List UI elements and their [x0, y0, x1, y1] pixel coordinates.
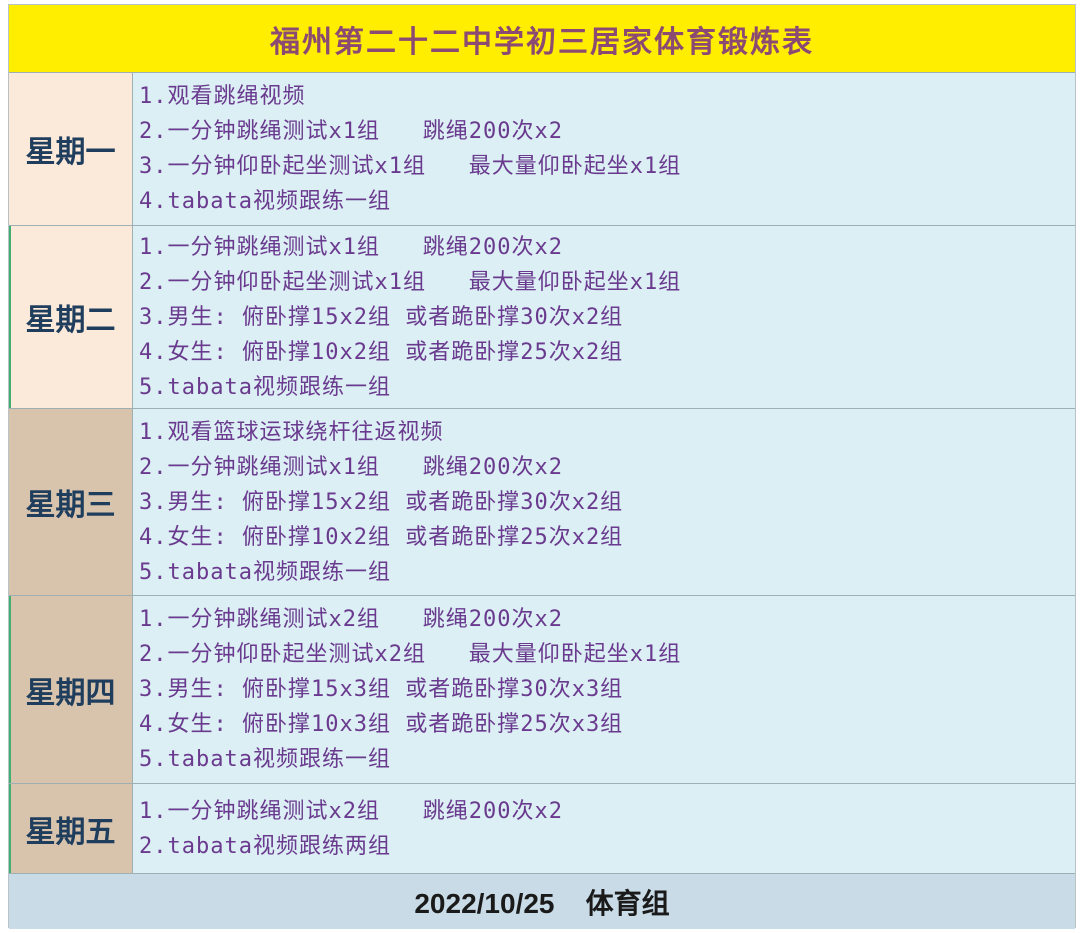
- task-cell-tuesday: 1.一分钟跳绳测试x1组 跳绳200次x2 2.一分钟仰卧起坐测试x1组 最大量…: [133, 226, 1075, 409]
- task-item: 2.一分钟仰卧起坐测试x2组 最大量仰卧起坐x1组: [139, 642, 682, 667]
- day-label: 星期五: [25, 814, 116, 850]
- task-item: 1.一分钟跳绳测试x1组 跳绳200次x2: [139, 234, 563, 260]
- task-item: 3.一分钟仰卧起坐测试x1组 最大量仰卧起坐x1组: [139, 154, 682, 179]
- day-label: 星期三: [25, 488, 116, 523]
- table-title-cell: 福州第二十二中学初三居家体育锻炼表: [9, 5, 1075, 73]
- task-item: 2.一分钟仰卧起坐测试x1组 最大量仰卧起坐x1组: [139, 269, 682, 295]
- task-item: 5.tabata视频跟练一组: [139, 747, 391, 772]
- task-item: 4.女生: 俯卧撑10x2组 或者跪卧撑25次x2组: [139, 339, 624, 365]
- footer-text: 2022/10/25 体育组: [414, 887, 670, 919]
- day-label: 星期四: [25, 675, 116, 711]
- day-cell-wednesday: 星期三: [9, 409, 133, 596]
- task-cell-thursday: 1.一分钟跳绳测试x2组 跳绳200次x2 2.一分钟仰卧起坐测试x2组 最大量…: [133, 596, 1075, 784]
- task-item: 5.tabata视频跟练一组: [139, 559, 391, 585]
- task-item: 3.男生: 俯卧撑15x2组 或者跪卧撑30次x2组: [139, 304, 624, 330]
- task-item: 2.一分钟跳绳测试x1组 跳绳200次x2: [139, 119, 563, 144]
- day-cell-friday: 星期五: [9, 784, 133, 874]
- task-item: 1.观看篮球运球绕杆往返视频: [139, 419, 444, 445]
- task-item: 4.女生: 俯卧撑10x3组 或者跪卧撑25次x3组: [139, 712, 624, 737]
- day-label: 星期一: [25, 135, 116, 170]
- task-item: 3.男生: 俯卧撑15x3组 或者跪卧撑30次x3组: [139, 677, 624, 702]
- day-cell-monday: 星期一: [9, 73, 133, 226]
- task-item: 3.男生: 俯卧撑15x2组 或者跪卧撑30次x2组: [139, 489, 624, 515]
- task-item: 2.一分钟跳绳测试x1组 跳绳200次x2: [139, 454, 563, 480]
- day-cell-thursday: 星期四: [9, 596, 133, 784]
- footer-cell: 2022/10/25 体育组: [9, 874, 1075, 929]
- task-item: 1.一分钟跳绳测试x2组 跳绳200次x2: [139, 607, 563, 632]
- day-cell-tuesday: 星期二: [9, 226, 133, 409]
- task-cell-friday: 1.一分钟跳绳测试x2组 跳绳200次x2 2.tabata视频跟练两组: [133, 784, 1075, 874]
- task-cell-monday: 1.观看跳绳视频 2.一分钟跳绳测试x1组 跳绳200次x2 3.一分钟仰卧起坐…: [133, 73, 1075, 226]
- day-label: 星期二: [25, 303, 116, 338]
- task-item: 5.tabata视频跟练一组: [139, 374, 391, 400]
- task-item: 4.tabata视频跟练一组: [139, 189, 391, 214]
- task-item: 4.女生: 俯卧撑10x2组 或者跪卧撑25次x2组: [139, 524, 624, 550]
- task-item: 1.观看跳绳视频: [139, 84, 306, 109]
- task-item: 1.一分钟跳绳测试x2组 跳绳200次x2: [139, 798, 563, 824]
- table-title: 福州第二十二中学初三居家体育锻炼表: [270, 24, 814, 60]
- exercise-schedule-table: 福州第二十二中学初三居家体育锻炼表 星期一 1.观看跳绳视频 2.一分钟跳绳测试…: [8, 4, 1076, 929]
- task-item: 2.tabata视频跟练两组: [139, 833, 391, 859]
- task-cell-wednesday: 1.观看篮球运球绕杆往返视频 2.一分钟跳绳测试x1组 跳绳200次x2 3.男…: [133, 409, 1075, 596]
